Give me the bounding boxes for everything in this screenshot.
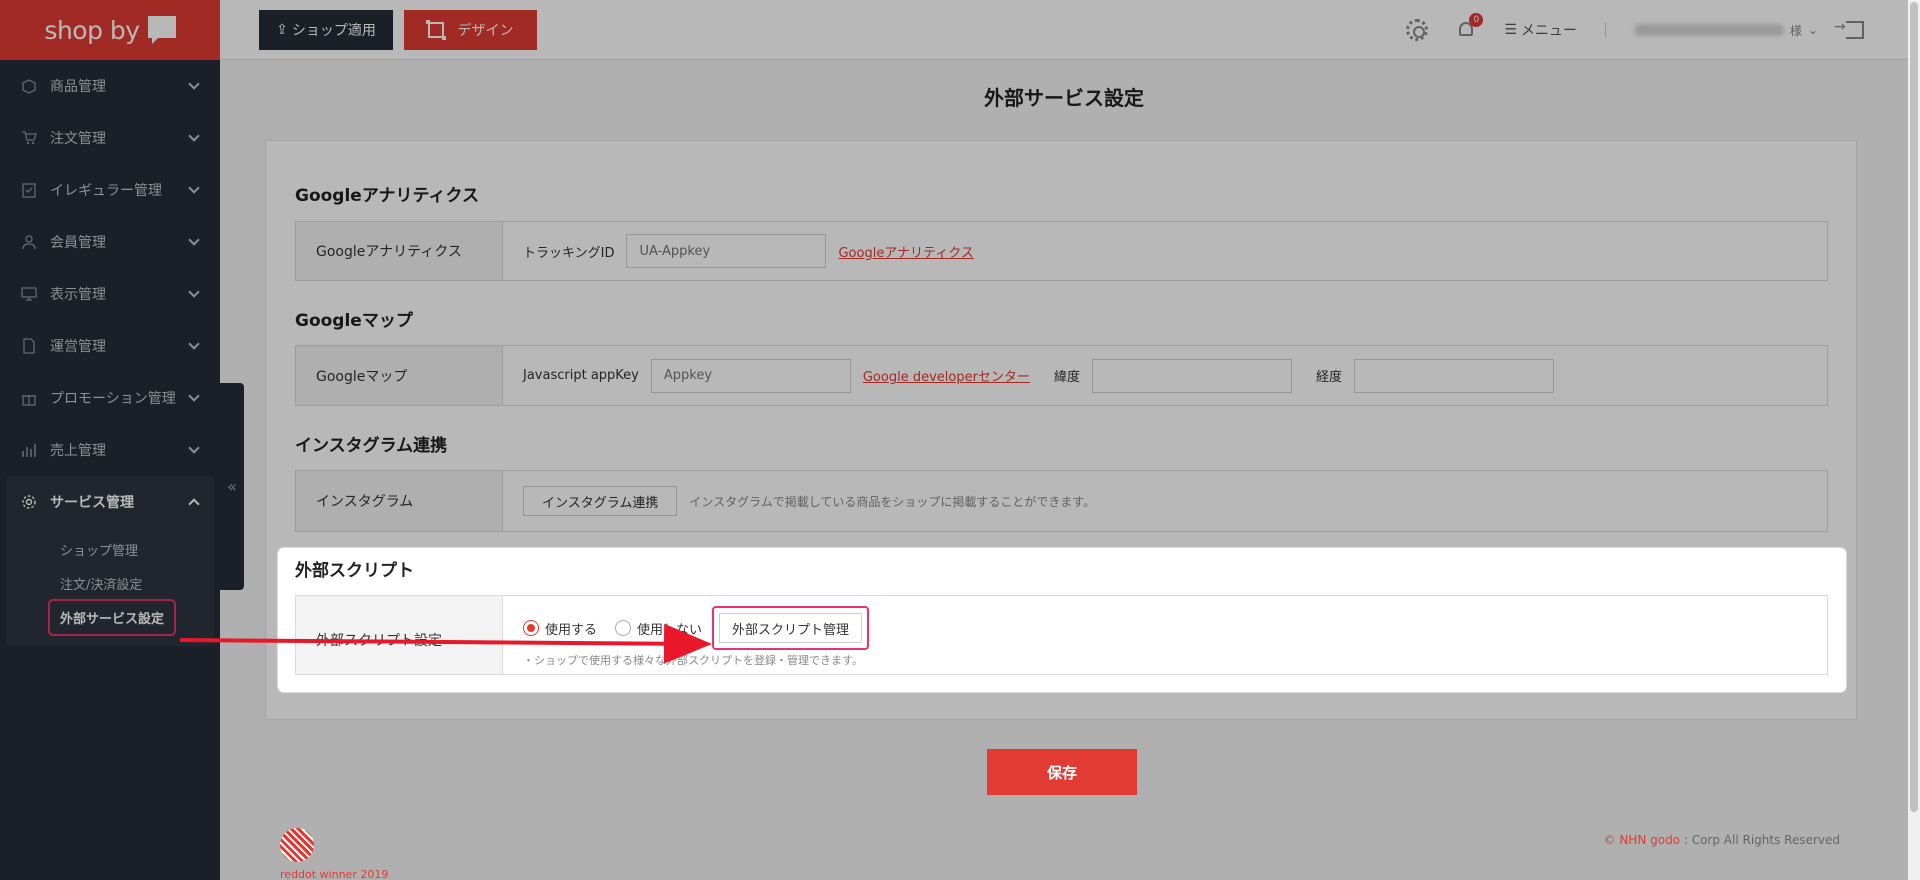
not-use-radio[interactable]: 使用しない xyxy=(615,619,702,638)
blurred-username xyxy=(1633,24,1784,36)
copyright: © NHN godo : Corp All Rights Reserved xyxy=(1603,833,1841,847)
sidebar-item-label: 商品管理 xyxy=(50,79,106,95)
script-hint: ・ショップで使用する様々な外部スクリプトを登録・管理できます。 xyxy=(523,654,863,667)
instagram-hint: インスタグラムで掲載している商品をショップに掲載することができます。 xyxy=(689,494,1096,509)
sidebar-item-products[interactable]: 商品管理 xyxy=(0,60,220,112)
sidebar-item-promotion[interactable]: プロモーション管理 xyxy=(0,372,220,424)
upload-icon: ⇪ xyxy=(276,22,288,38)
settings-gear-icon[interactable] xyxy=(1406,19,1429,41)
monitor-icon xyxy=(20,285,38,303)
top-right-controls: 0 ☰ メニュー 様 ⌄ xyxy=(1406,0,1864,60)
page-title: 外部サービス設定 xyxy=(984,86,1144,110)
chevron-down-icon xyxy=(188,442,200,454)
double-chevron-left-icon: « xyxy=(227,477,237,496)
sidebar-item-label: サービス管理 xyxy=(50,495,134,511)
sidebar-item-label: 売上管理 xyxy=(50,443,106,459)
instagram-connect-button[interactable]: インスタグラム連携 xyxy=(523,486,678,516)
sidebar: shop by 商品管理 注文管理 イレギュラー管理 会員管理 表示管理 運営管… xyxy=(0,0,220,880)
sidebar-group-service: サービス管理 ショップ管理 注文/決済設定 外部サービス設定 xyxy=(6,476,214,646)
tracking-id-input[interactable] xyxy=(626,234,827,268)
submenu-item-order-payment[interactable]: 注文/決済設定 xyxy=(6,566,214,600)
chevron-down-icon xyxy=(188,338,200,350)
logo[interactable]: shop by xyxy=(0,0,220,60)
sidebar-item-label: イレギュラー管理 xyxy=(50,183,162,199)
chevron-down-icon xyxy=(188,390,200,402)
top-bar: ⇪ ショップ適用 デザイン 0 ☰ メニュー 様 ⌄ xyxy=(220,0,1920,60)
longitude-label: 経度 xyxy=(1315,370,1342,385)
notification-badge: 0 xyxy=(1469,13,1484,27)
award-badge: reddot winner 2019 xyxy=(280,828,388,880)
document-icon xyxy=(20,337,38,355)
ga-row-label: Googleアナリティクス xyxy=(296,222,503,280)
section-heading-insta: インスタグラム連携 xyxy=(295,436,448,456)
ga-row: Googleアナリティクス トラッキングID Googleアナリティクス xyxy=(295,221,1828,281)
ga-link[interactable]: Googleアナリティクス xyxy=(838,242,973,261)
external-script-manage-button[interactable]: 外部スクリプト管理 xyxy=(719,613,863,643)
script-row-label: 外部スクリプト設定 xyxy=(296,596,503,674)
design-button[interactable]: デザイン xyxy=(404,10,537,50)
divider xyxy=(1604,23,1606,37)
sidebar-item-service[interactable]: サービス管理 xyxy=(6,476,214,528)
submenu-item-external-service[interactable]: 外部サービス設定 xyxy=(6,598,214,636)
chevron-down-icon xyxy=(188,130,200,142)
insta-row: インスタグラム インスタグラム連携 インスタグラムで掲載している商品をショップに… xyxy=(295,470,1828,532)
sidebar-item-label: 表示管理 xyxy=(50,287,106,303)
logout-icon[interactable] xyxy=(1834,19,1864,39)
maps-row-label: Googleマップ xyxy=(296,346,503,405)
section-heading-ga: Googleアナリティクス xyxy=(295,186,479,206)
latitude-label: 緯度 xyxy=(1053,370,1080,385)
gift-icon xyxy=(20,389,38,407)
sidebar-item-label: プロモーション管理 xyxy=(50,391,176,407)
tracking-id-label: トラッキングID xyxy=(523,245,615,261)
developer-center-link[interactable]: Google developerセンター xyxy=(863,366,1030,385)
cart-icon xyxy=(20,129,38,147)
save-button[interactable]: 保存 xyxy=(987,749,1137,795)
chevron-down-icon xyxy=(188,182,200,194)
insta-row-label: インスタグラム xyxy=(296,471,503,531)
sidebar-nav: 商品管理 注文管理 イレギュラー管理 会員管理 表示管理 運営管理 プロモーショ… xyxy=(0,60,220,476)
hamburger-icon: ☰ xyxy=(1504,22,1517,38)
section-heading-maps: Googleマップ xyxy=(295,311,413,331)
script-row: 外部スクリプト設定 使用する 使用しない 外部スクリプト管理 ・ショップで使用す… xyxy=(295,595,1828,675)
page-scrollbar[interactable] xyxy=(1908,0,1920,880)
chevron-down-icon xyxy=(188,286,200,298)
sidebar-item-display[interactable]: 表示管理 xyxy=(0,268,220,320)
sidebar-submenu: ショップ管理 注文/決済設定 外部サービス設定 xyxy=(6,528,214,646)
sidebar-item-label: 運営管理 xyxy=(50,339,106,355)
highlight-frame: 外部スクリプト管理 xyxy=(712,606,870,650)
user-account[interactable]: 様 ⌄ xyxy=(1633,22,1818,39)
sidebar-item-irregular[interactable]: イレギュラー管理 xyxy=(0,164,220,216)
section-heading-script: 外部スクリプト xyxy=(295,561,414,581)
chart-icon xyxy=(20,441,38,459)
logo-mark-icon xyxy=(147,16,176,44)
chevron-down-icon xyxy=(188,78,200,90)
shop-apply-button[interactable]: ⇪ ショップ適用 xyxy=(259,10,393,50)
chevron-down-icon xyxy=(188,234,200,246)
user-icon xyxy=(20,233,38,251)
appkey-label: Javascript appKey xyxy=(523,368,639,383)
bell-icon[interactable]: 0 xyxy=(1456,13,1484,41)
sidebar-item-sales[interactable]: 売上管理 xyxy=(0,424,220,476)
gear-icon xyxy=(20,493,38,511)
sidebar-item-orders[interactable]: 注文管理 xyxy=(0,112,220,164)
logo-text: shop by xyxy=(44,15,140,45)
submenu-item-shop[interactable]: ショップ管理 xyxy=(6,532,214,566)
chevron-up-icon xyxy=(188,498,200,510)
sidebar-item-members[interactable]: 会員管理 xyxy=(0,216,220,268)
sidebar-item-label: 会員管理 xyxy=(50,235,106,251)
appkey-input[interactable] xyxy=(650,358,851,393)
box-icon xyxy=(20,77,38,95)
use-radio[interactable]: 使用する xyxy=(523,619,597,638)
latitude-input[interactable] xyxy=(1091,358,1292,393)
maps-row: Googleマップ Javascript appKey Google devel… xyxy=(295,345,1828,406)
reddot-logo-icon xyxy=(280,828,314,862)
sidebar-item-operations[interactable]: 運営管理 xyxy=(0,320,220,372)
sidebar-item-label: 注文管理 xyxy=(50,131,106,147)
frame-icon xyxy=(425,20,446,40)
longitude-input[interactable] xyxy=(1353,358,1554,393)
sidebar-collapse-handle[interactable]: « xyxy=(220,383,244,590)
clipboard-icon xyxy=(20,181,38,199)
menu-link[interactable]: ☰ メニュー xyxy=(1504,20,1577,40)
chevron-down-icon: ⌄ xyxy=(1807,23,1818,37)
